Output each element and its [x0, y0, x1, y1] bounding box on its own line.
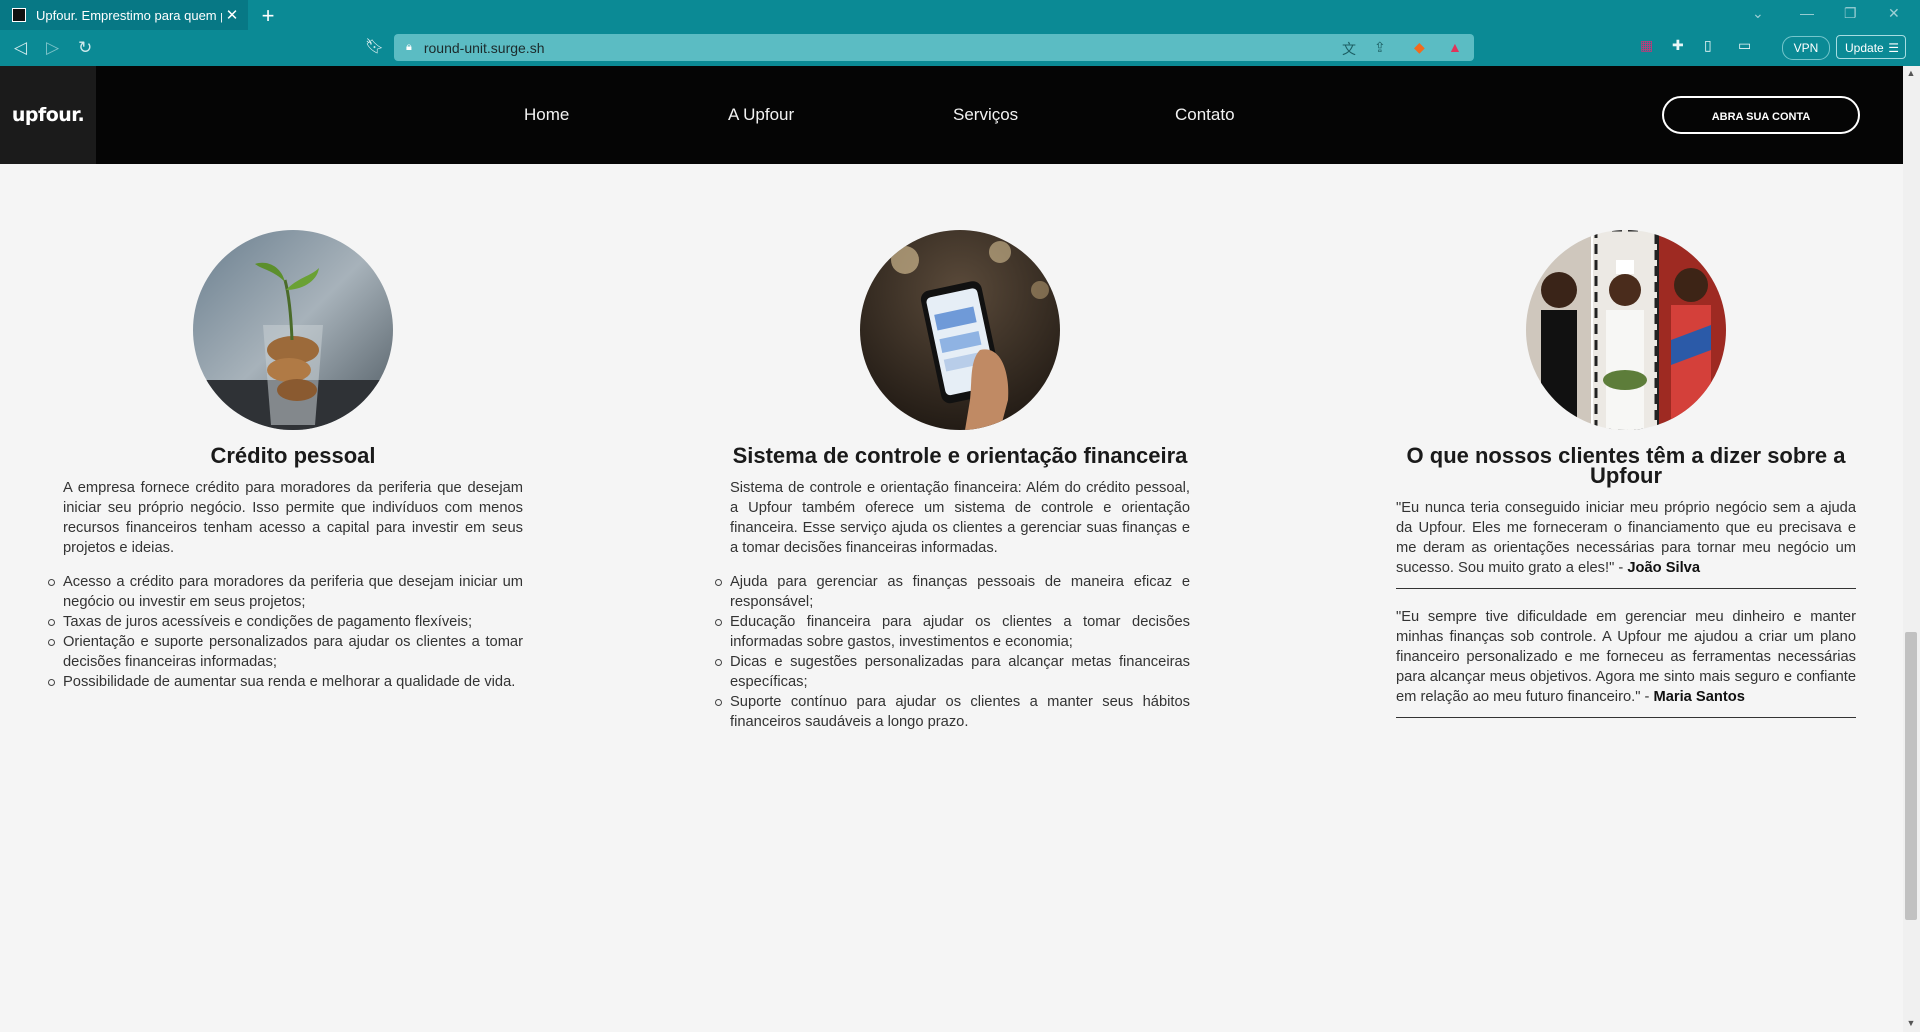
translate-icon[interactable]: 文: [1342, 39, 1356, 59]
sistema-title: Sistema de controle e orientação finance…: [732, 443, 1188, 468]
testimonial-2-author: Maria Santos: [1653, 689, 1745, 705]
list-item: Ajuda para gerenciar as finanças pessoai…: [715, 574, 1190, 610]
browser-tab-bar: Upfour. Emprestimo para quem p ✕ + ⌄ — ❐…: [0, 0, 1920, 30]
nav-servicos[interactable]: Serviços: [953, 105, 1018, 125]
vpn-button[interactable]: VPN: [1782, 36, 1830, 60]
plant-coins-image: [193, 230, 393, 430]
browser-toolbar: ◁ ▷ ↻ 🔖︎ 🔒︎ round-unit.surge.sh 文 ⇪ ◆ ▲ …: [0, 30, 1920, 66]
list-item: Dicas e sugestões personalizadas para al…: [715, 654, 1190, 690]
sistema-intro: Sistema de controle e orientação finance…: [730, 480, 1190, 556]
list-item: Taxas de juros acessíveis e condições de…: [48, 612, 523, 632]
extensions-puzzle-icon[interactable]: ✚: [1672, 37, 1684, 54]
scroll-down-icon[interactable]: ▼: [1905, 1018, 1917, 1028]
new-tab-button[interactable]: +: [256, 3, 280, 29]
lock-icon: 🔒︎: [406, 41, 412, 53]
menu-icon[interactable]: ☰: [1888, 36, 1899, 60]
forward-icon[interactable]: ▷: [46, 38, 59, 58]
list-item: Acesso a crédito para moradores da perif…: [48, 574, 523, 610]
credito-title: Crédito pessoal: [210, 443, 376, 468]
logo: upfour.: [11, 104, 85, 126]
sidebar-icon[interactable]: ▯: [1704, 37, 1712, 54]
site-favicon-icon: [12, 8, 26, 22]
update-button[interactable]: Update ☰: [1836, 35, 1906, 59]
browser-tab[interactable]: Upfour. Emprestimo para quem p ✕: [0, 0, 248, 30]
sistema-section: Sistema de controle e orientação finance…: [715, 230, 1190, 732]
bookmark-icon[interactable]: 🔖︎: [365, 37, 384, 55]
tab-title: Upfour. Emprestimo para quem p: [36, 7, 222, 23]
credito-list: Acesso a crédito para moradores da perif…: [48, 572, 523, 692]
credito-pessoal-section: Crédito pessoal A empresa fornece crédit…: [48, 230, 523, 692]
back-icon[interactable]: ◁: [14, 38, 27, 58]
update-label: Update: [1845, 41, 1884, 55]
nav-a-upfour[interactable]: A Upfour: [728, 105, 794, 125]
wallet-icon[interactable]: ▭: [1738, 37, 1751, 54]
tab-search-chevron-icon[interactable]: ⌄: [1752, 5, 1764, 22]
testimonial-1-text: "Eu nunca teria conseguido iniciar meu p…: [1396, 500, 1856, 576]
brave-shield-icon[interactable]: ◆: [1414, 39, 1425, 56]
list-item: Orientação e suporte personalizados para…: [48, 634, 523, 670]
phone-app-image: [860, 230, 1060, 430]
testimonial-2-text: "Eu sempre tive dificuldade em gerenciar…: [1396, 609, 1856, 705]
minimize-icon[interactable]: —: [1800, 5, 1814, 21]
scrollbar-thumb[interactable]: [1905, 632, 1917, 920]
open-account-button[interactable]: ABRA SUA CONTA: [1662, 96, 1860, 134]
credito-intro: A empresa fornece crédito para moradores…: [63, 480, 523, 556]
nav-contato[interactable]: Contato: [1175, 105, 1235, 125]
address-bar[interactable]: 🔒︎ round-unit.surge.sh 文 ⇪ ◆ ▲: [394, 34, 1474, 61]
clients-collage-image: [1526, 230, 1726, 430]
close-window-icon[interactable]: ✕: [1888, 5, 1900, 22]
restore-icon[interactable]: ❐: [1844, 5, 1857, 22]
list-item: Possibilidade de aumentar sua renda e me…: [48, 672, 523, 692]
share-icon[interactable]: ⇪: [1374, 39, 1386, 56]
reload-icon[interactable]: ↻: [78, 38, 92, 58]
scroll-up-icon[interactable]: ▲: [1905, 68, 1917, 78]
brave-rewards-icon[interactable]: ▲: [1448, 39, 1462, 55]
depoimentos-title: O que nossos clientes têm a dizer sobre …: [1406, 443, 1846, 488]
depoimentos-section: O que nossos clientes têm a dizer sobre …: [1396, 230, 1856, 736]
site-header: upfour. Home A Upfour Serviços Contato A…: [0, 66, 1903, 164]
testimonial-1: "Eu nunca teria conseguido iniciar meu p…: [1396, 498, 1856, 589]
extension-grid-icon[interactable]: ▦: [1640, 37, 1653, 54]
tab-close-icon[interactable]: ✕: [222, 6, 242, 24]
url-text: round-unit.surge.sh: [423, 39, 545, 56]
nav-home[interactable]: Home: [524, 105, 569, 125]
logo-link[interactable]: upfour.: [0, 66, 96, 164]
sistema-list: Ajuda para gerenciar as finanças pessoai…: [715, 572, 1190, 732]
testimonial-2: "Eu sempre tive dificuldade em gerenciar…: [1396, 607, 1856, 718]
testimonial-1-author: João Silva: [1627, 560, 1701, 576]
list-item: Educação financeira para ajudar os clien…: [715, 614, 1190, 650]
list-item: Suporte contínuo para ajudar os clientes…: [715, 694, 1190, 730]
